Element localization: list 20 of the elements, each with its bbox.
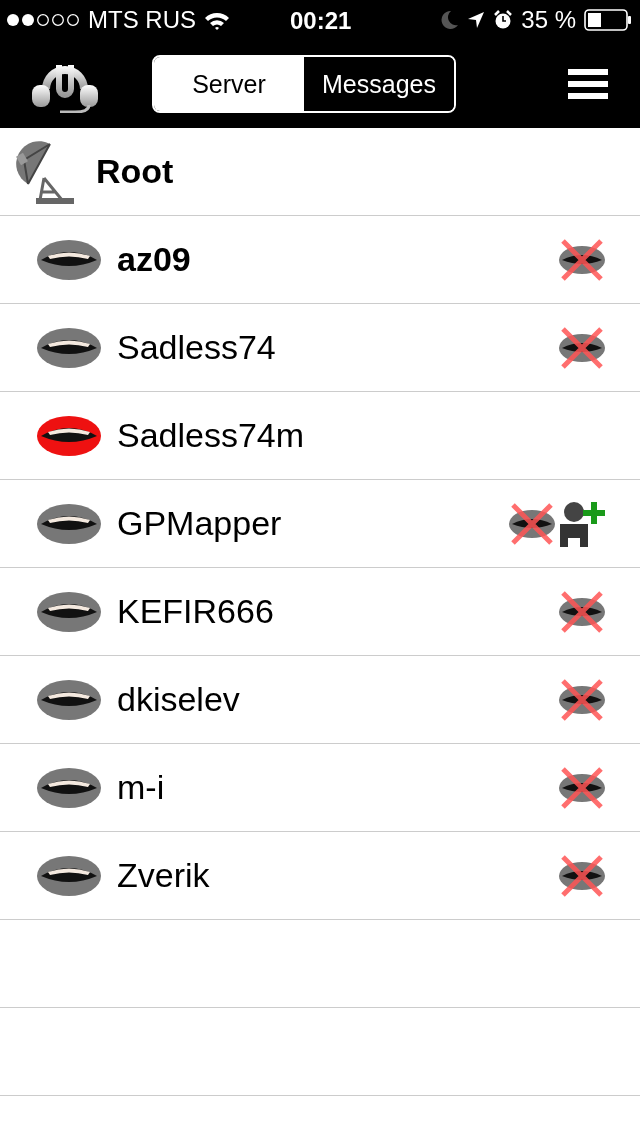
- clock-time: 00:21: [290, 7, 352, 35]
- user-name[interactable]: KEFIR666: [117, 592, 558, 631]
- signal-icon: [6, 13, 80, 27]
- user-name[interactable]: dkiselev: [117, 680, 558, 719]
- menu-icon[interactable]: [568, 69, 608, 99]
- battery-percent: 35 %: [521, 6, 576, 34]
- channel-name[interactable]: Root: [96, 152, 174, 191]
- user-name[interactable]: GPMapper: [117, 504, 508, 543]
- segment-tab[interactable]: Server: [154, 57, 304, 111]
- user-name[interactable]: az09: [117, 240, 558, 279]
- user-name[interactable]: Sadless74: [117, 328, 558, 367]
- wifi-icon: [204, 10, 230, 30]
- carrier-name: MTS RUS: [88, 6, 196, 34]
- user-name[interactable]: Sadless74m: [117, 416, 606, 455]
- user-name[interactable]: m-i: [117, 768, 558, 807]
- battery-icon: [584, 9, 632, 31]
- alarm-icon: [493, 10, 514, 30]
- user-name[interactable]: Zverik: [117, 856, 558, 895]
- location-arrow-icon: [467, 11, 486, 29]
- moon-icon: [441, 10, 460, 30]
